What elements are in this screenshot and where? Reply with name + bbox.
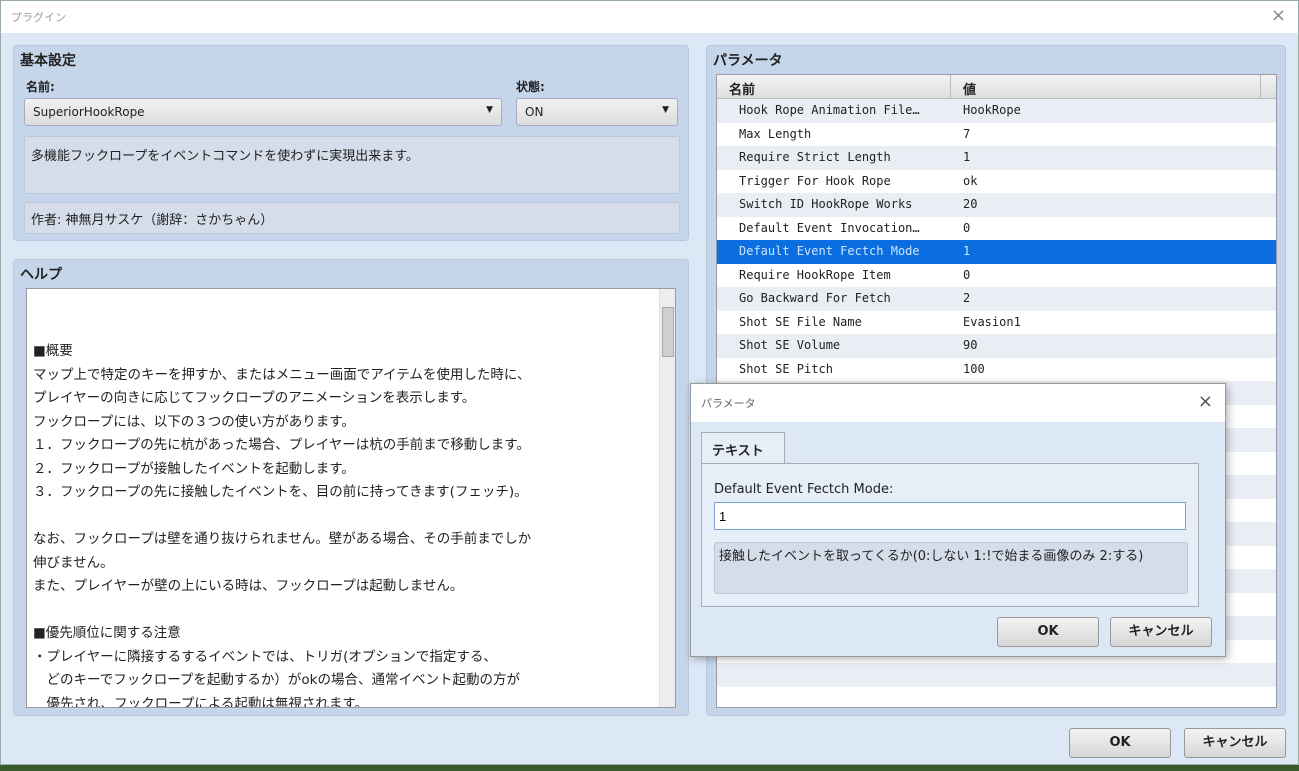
table-row[interactable]: Require Strict Length 1 (717, 146, 1276, 170)
param-value: 0 (963, 220, 971, 235)
column-header-value[interactable]: 値 (951, 75, 1261, 98)
table-row[interactable]: Shot SE File Name Evasion1 (717, 311, 1276, 335)
param-value: 0 (963, 267, 971, 282)
help-title: ヘルプ (20, 267, 62, 283)
dialog-title-bar: パラメータ × (691, 384, 1225, 422)
help-line (33, 505, 669, 529)
param-name: Require HookRope Item (739, 267, 891, 282)
param-name: Max Length (739, 126, 812, 141)
param-value: 1 (963, 150, 971, 164)
basic-settings-group: 基本設定 名前: SuperiorHookRope ▼ 状態: ON ▼ 多機能フッ… (13, 45, 689, 241)
cancel-button[interactable]: キャンセル (1184, 728, 1286, 758)
table-row[interactable]: Default Event Fectch Mode 1 (717, 240, 1276, 264)
table-row[interactable]: Go Backward For Fetch 2 (717, 287, 1276, 311)
help-scrollbar[interactable] (659, 289, 675, 707)
name-select[interactable]: SuperiorHookRope ▼ (24, 98, 502, 126)
table-row[interactable]: Require HookRope Item 0 (717, 264, 1276, 288)
help-line: ３．フックロープの先に接触したイベントを、目の前に持ってきます(フェッチ)。 (33, 484, 528, 500)
dialog-cancel-button[interactable]: キャンセル (1110, 617, 1212, 647)
param-value: HookRope (963, 103, 1021, 117)
help-line: どのキーでフックロープを起動するか）がokの場合、通常イベント起動の方が (33, 672, 520, 688)
help-line: ２．フックロープが接触したイベントを起動します。 (33, 460, 355, 477)
status-select[interactable]: ON ▼ (516, 98, 678, 126)
chevron-down-icon: ▼ (662, 105, 669, 115)
param-value: 90 (963, 338, 978, 352)
table-header: 名前 値 (717, 75, 1276, 99)
help-text[interactable]: ■概要マップ上で特定のキーを押すか、またはメニュー画面でアイテムを使用した時に、… (26, 288, 676, 708)
param-name: Trigger For Hook Rope (739, 173, 891, 188)
param-value: ok (963, 173, 978, 188)
table-row[interactable]: Max Length 7 (717, 123, 1276, 147)
table-row[interactable]: Default Event Invocation… 0 (717, 217, 1276, 241)
param-name: Shot SE File Name (739, 314, 862, 329)
param-name: Switch ID HookRope Works (739, 197, 913, 211)
help-line: プレイヤーの向きに応じてフックロープのアニメーションを表示します。 (33, 390, 476, 406)
column-header-name[interactable]: 名前 (717, 75, 951, 98)
param-name: Go Backward For Fetch (739, 291, 891, 305)
param-name: Default Event Invocation… (739, 220, 920, 235)
help-line: ・プレイヤーに隣接するするイベントでは、トリガ(オプションで指定する、 (33, 648, 497, 665)
param-value: 20 (963, 197, 978, 211)
param-value: 100 (963, 361, 985, 376)
help-line: ■概要 (33, 343, 73, 359)
help-line: 伸びません。 (33, 554, 114, 571)
param-value: 2 (963, 291, 971, 305)
scroll-thumb[interactable] (662, 307, 674, 357)
help-line: フックロープには、以下の３つの使い方があります。 (33, 413, 355, 430)
param-name: Shot SE Volume (739, 338, 841, 352)
empty-row (717, 663, 1276, 687)
help-line: ■優先順位に関する注意 (33, 625, 181, 641)
dialog-close-icon[interactable]: × (1198, 391, 1213, 412)
parameters-title: パラメータ (713, 53, 783, 69)
field-label: Default Event Fectch Mode: (714, 482, 894, 497)
title-bar: プラグイン × (1, 1, 1298, 33)
table-row[interactable]: Trigger For Hook Rope ok (717, 170, 1276, 194)
table-row[interactable]: Switch ID HookRope Works 20 (717, 193, 1276, 217)
name-value: SuperiorHookRope (33, 105, 145, 119)
window-title: プラグイン (11, 11, 66, 24)
chevron-down-icon: ▼ (486, 105, 493, 115)
param-value: 7 (963, 126, 971, 141)
help-group: ヘルプ ■概要マップ上で特定のキーを押すか、またはメニュー画面でアイテムを使用し… (13, 259, 689, 716)
status-value: ON (525, 105, 544, 119)
table-row[interactable]: Shot SE Pitch 100 (717, 358, 1276, 382)
close-icon[interactable]: × (1271, 5, 1286, 26)
author-box: 作者: 神無月サスケ（謝辞：さかちゃん） (24, 202, 680, 234)
dialog-ok-button[interactable]: OK (997, 617, 1099, 647)
dialog-title: パラメータ (701, 397, 756, 410)
name-label: 名前: (26, 80, 55, 94)
param-value: 1 (963, 244, 971, 258)
param-value: Evasion1 (963, 314, 1021, 329)
table-row[interactable]: Shot SE Volume 90 (717, 334, 1276, 358)
table-row[interactable]: Hook Rope Animation File… HookRope (717, 99, 1276, 123)
param-name: Shot SE Pitch (739, 361, 833, 376)
field-description: 接触したイベントを取ってくるか(0:しない 1:!で始まる画像のみ 2:する) (714, 542, 1188, 594)
value-input[interactable] (714, 502, 1186, 530)
description-box: 多機能フックロープをイベントコマンドを使わずに実現出来ます。 (24, 136, 680, 194)
help-line: なお、フックロープは壁を通り抜けられません。壁がある場合、その手前までしか (33, 531, 532, 547)
ok-button[interactable]: OK (1069, 728, 1171, 758)
parameter-dialog: パラメータ × テキスト Default Event Fectch Mode: … (690, 383, 1226, 657)
help-line: また、プレイヤーが壁の上にいる時は、フックロープは起動しません。 (33, 578, 464, 594)
help-line: マップ上で特定のキーを押すか、またはメニュー画面でアイテムを使用した時に、 (33, 366, 531, 383)
tab-panel: Default Event Fectch Mode: 接触したイベントを取ってく… (701, 463, 1199, 607)
tab-text[interactable]: テキスト (701, 432, 785, 464)
param-name: Default Event Fectch Mode (739, 244, 920, 258)
help-line: 優先され、フックロープによる起動は無視されます。 (33, 695, 369, 708)
help-line (33, 599, 669, 623)
param-name: Hook Rope Animation File… (739, 103, 920, 117)
param-name: Require Strict Length (739, 150, 891, 164)
basic-settings-title: 基本設定 (20, 53, 76, 69)
help-line: １．フックロープの先に杭があった場合、プレイヤーは杭の手前まで移動します。 (33, 437, 530, 453)
status-label: 状態: (516, 80, 545, 94)
